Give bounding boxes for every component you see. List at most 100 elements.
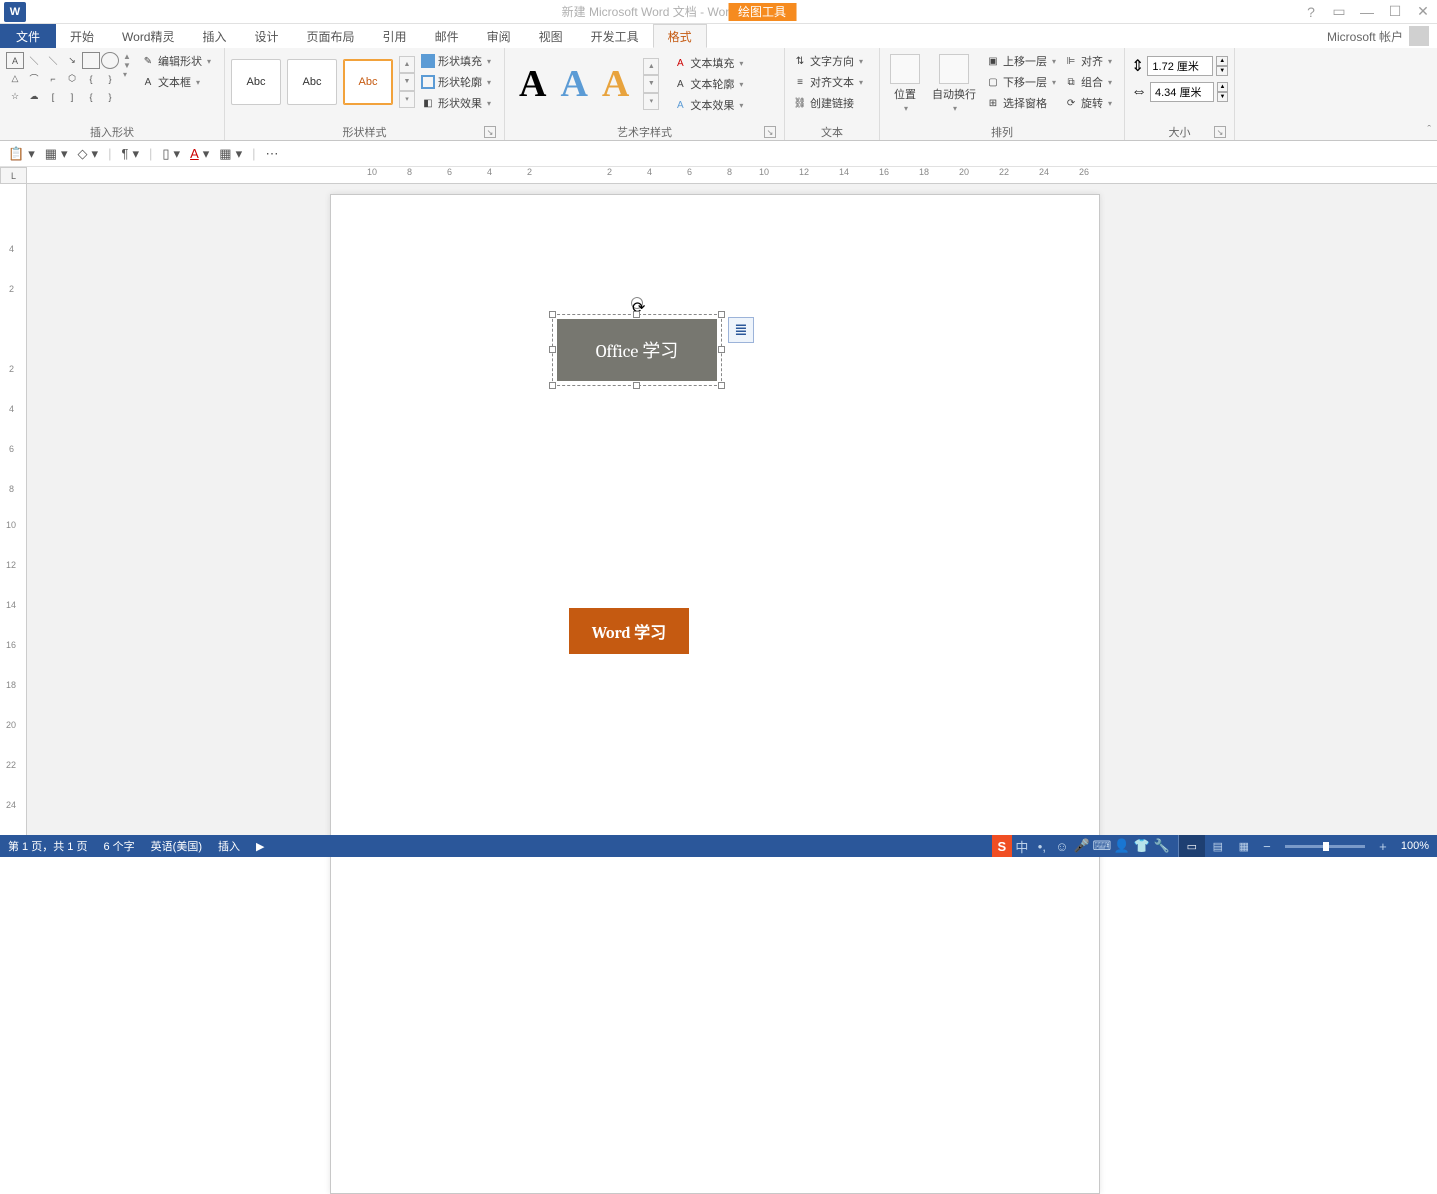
qat-paste-icon[interactable]: 📋▾ [8,146,35,162]
ime-tool-icon[interactable]: 🔧 [1152,835,1172,857]
shape-tri-icon[interactable]: △ [6,70,24,87]
shape-style-gallery[interactable]: Abc Abc Abc ▲▼▾ [231,56,415,108]
shape-lbrace-icon[interactable]: { [82,70,100,87]
tab-review[interactable]: 审阅 [473,24,525,48]
shape-lb2-icon[interactable]: { [82,88,100,105]
zoom-in-icon[interactable]: + [1373,835,1393,857]
wordart-launcher[interactable]: ↘ [764,126,776,138]
selection-pane-button[interactable]: ⊞选择窗格 [984,94,1058,112]
shape-outline-button[interactable]: 形状轮廓▾ [419,73,493,91]
shape-textbox-icon[interactable]: A [6,52,24,69]
status-lang[interactable]: 英语(美国) [143,835,210,857]
wordart-gallery[interactable]: A A A ▲▼▾ [511,52,667,116]
layout-options-popup[interactable]: ≣ [728,317,754,343]
zoom-level[interactable]: 100% [1393,835,1437,857]
ribbon-display-icon[interactable]: ▭ [1325,0,1353,24]
style-scroll[interactable]: ▲▼▾ [399,56,415,108]
tab-design[interactable]: 设计 [241,24,293,48]
shape-word-learning[interactable]: Word 学习 [569,608,689,654]
text-fill-button[interactable]: A文本填充▾ [671,54,745,72]
wordart-scroll[interactable]: ▲▼▾ [643,58,659,110]
zoom-out-icon[interactable]: − [1257,835,1277,857]
tab-developer[interactable]: 开发工具 [577,24,653,48]
shape-arrow-icon[interactable]: ↘ [63,52,81,69]
qat-font-color-icon[interactable]: A▾ [190,146,209,162]
qat-paragraph-icon[interactable]: ¶▾ [121,146,139,162]
tab-mailings[interactable]: 邮件 [421,24,473,48]
sogou-ime-icon[interactable]: S [992,835,1012,857]
handle-s[interactable] [633,382,640,389]
shape-lbracket-icon[interactable]: [ [44,88,62,105]
shape-curve-icon[interactable]: ⌒ [25,70,43,87]
ime-person-icon[interactable]: 👤 [1112,835,1132,857]
text-outline-button[interactable]: A文本轮廓▾ [671,75,745,93]
size-width-input[interactable]: 4.34 厘米 [1150,82,1214,102]
create-link-button[interactable]: ⛓创建链接 [791,94,873,112]
handle-w[interactable] [549,346,556,353]
view-web-icon[interactable]: ▦ [1231,835,1257,857]
shape-oval-icon[interactable] [101,52,119,69]
shape-rect-icon[interactable] [82,52,100,69]
style-preset-2[interactable]: Abc [287,59,337,105]
handle-nw[interactable] [549,311,556,318]
rotate-handle[interactable]: ⟳ [631,297,643,309]
shape1-text[interactable]: Office 学习 [557,319,717,381]
width-spinner[interactable]: ▲▼ [1217,82,1228,102]
style-preset-3[interactable]: Abc [343,59,393,105]
handle-n[interactable] [633,311,640,318]
tab-file[interactable]: 文件 [0,24,56,48]
shape-elbow-icon[interactable]: ⌐ [44,70,62,87]
shape-fill-button[interactable]: 形状填充▾ [419,52,493,70]
status-page[interactable]: 第 1 页，共 1 页 [0,835,95,857]
ime-emoji-icon[interactable]: ☺ [1052,835,1072,857]
status-macro-icon[interactable]: ▶ [248,835,272,857]
zoom-slider[interactable] [1285,845,1365,848]
tab-pagelayout[interactable]: 页面布局 [293,24,369,48]
tab-home[interactable]: 开始 [56,24,108,48]
style-preset-1[interactable]: Abc [231,59,281,105]
shape-rb2-icon[interactable]: } [101,88,119,105]
size-height-input[interactable]: 1.72 厘米 [1147,56,1213,76]
shapes-gallery[interactable]: A ＼ ＼ ↘ △ ⌒ ⌐ ⬡ { } ☆ ☁ [ ] { } [6,52,119,105]
text-direction-button[interactable]: ⇅文字方向▾ [791,52,873,70]
maximize-icon[interactable]: ☐ [1381,0,1409,24]
minimize-icon[interactable]: — [1353,0,1381,24]
rotate-button[interactable]: ⟳旋转▾ [1062,94,1114,112]
shape-rbracket-icon[interactable]: ] [63,88,81,105]
shape-effects-button[interactable]: ◧形状效果▾ [419,94,493,112]
vertical-ruler[interactable]: 42 2468 10121416 18202224 [0,184,27,835]
shape-hex-icon[interactable]: ⬡ [63,70,81,87]
shape-styles-launcher[interactable]: ↘ [484,126,496,138]
shapes-scroll[interactable]: ▲▼▾ [123,52,135,79]
shape-star-icon[interactable]: ☆ [6,88,24,105]
ms-account[interactable]: Microsoft 帐户 [1327,26,1429,46]
status-insert-mode[interactable]: 插入 [210,835,248,857]
text-box-button[interactable]: A文本框▾ [139,73,213,91]
ime-keyboard-icon[interactable]: ⌨ [1092,835,1112,857]
edit-shape-button[interactable]: ✎编辑形状▾ [139,52,213,70]
qat-page-icon[interactable]: ▯▾ [162,146,180,162]
ime-mode[interactable]: 中 [1012,835,1032,857]
send-backward-button[interactable]: ▢下移一层▾ [984,73,1058,91]
bring-forward-button[interactable]: ▣上移一层▾ [984,52,1058,70]
document-page[interactable]: ⟳ Office 学习 ≣ Word 学习 [330,194,1100,1194]
ime-skin-icon[interactable]: 👕 [1132,835,1152,857]
shape-line2-icon[interactable]: ＼ [44,52,62,69]
handle-sw[interactable] [549,382,556,389]
ime-mic-icon[interactable]: 🎤 [1072,835,1092,857]
size-launcher[interactable]: ↘ [1214,126,1226,138]
qat-table-icon[interactable]: ▦▾ [45,146,68,162]
qat-border-icon[interactable]: ▦▾ [219,146,242,162]
tab-format[interactable]: 格式 [653,24,707,48]
wordart-preset-1[interactable]: A [519,62,546,106]
qat-more-icon[interactable]: ⋯ [265,146,278,162]
wordart-preset-2[interactable]: A [560,62,587,106]
view-print-icon[interactable]: ▤ [1205,835,1231,857]
wrap-text-button[interactable]: 自动换行▾ [928,52,980,115]
tab-wordwizard[interactable]: Word精灵 [108,24,188,48]
handle-se[interactable] [718,382,725,389]
collapse-ribbon-icon[interactable]: ˆ [1427,124,1431,136]
status-words[interactable]: 6 个字 [95,835,142,857]
close-icon[interactable]: ✕ [1409,0,1437,24]
handle-ne[interactable] [718,311,725,318]
